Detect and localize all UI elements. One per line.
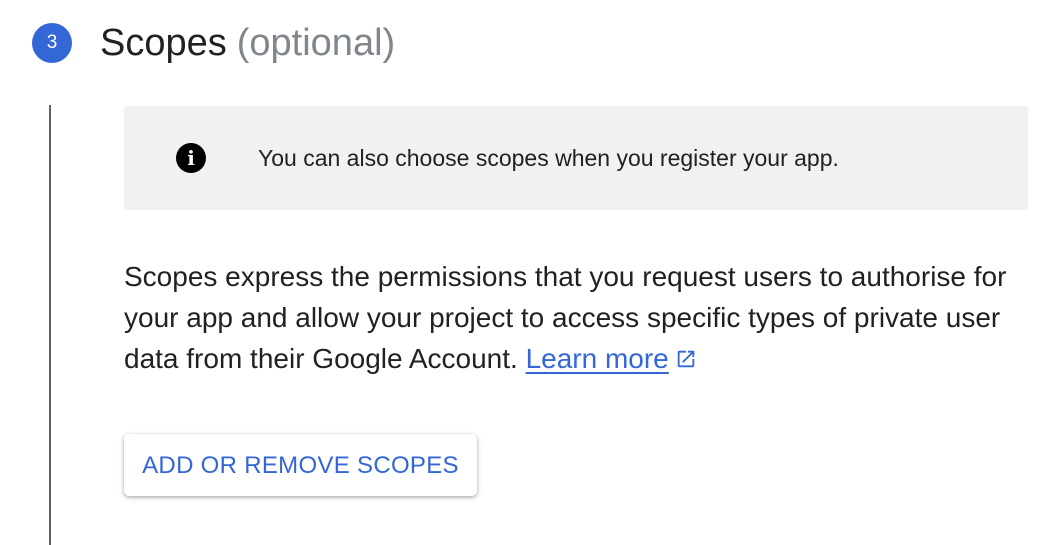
learn-more-link[interactable]: Learn more xyxy=(526,343,697,374)
learn-more-label: Learn more xyxy=(525,343,669,374)
scopes-description: Scopes express the permissions that you … xyxy=(124,256,1039,379)
info-banner-text: You can also choose scopes when you regi… xyxy=(258,144,839,171)
add-or-remove-scopes-button[interactable]: ADD OR REMOVE SCOPES xyxy=(124,434,477,496)
info-icon: i xyxy=(176,143,206,173)
step-number-badge: 3 xyxy=(32,23,72,63)
step-optional-label: (optional) xyxy=(236,22,396,64)
step-title: Scopes (optional) xyxy=(100,19,395,67)
info-banner: i You can also choose scopes when you re… xyxy=(124,106,1028,210)
step-header: 3 Scopes (optional) xyxy=(32,18,395,68)
step-title-text: Scopes xyxy=(100,22,227,64)
external-link-icon xyxy=(677,350,694,368)
step-connector-line xyxy=(49,105,51,545)
